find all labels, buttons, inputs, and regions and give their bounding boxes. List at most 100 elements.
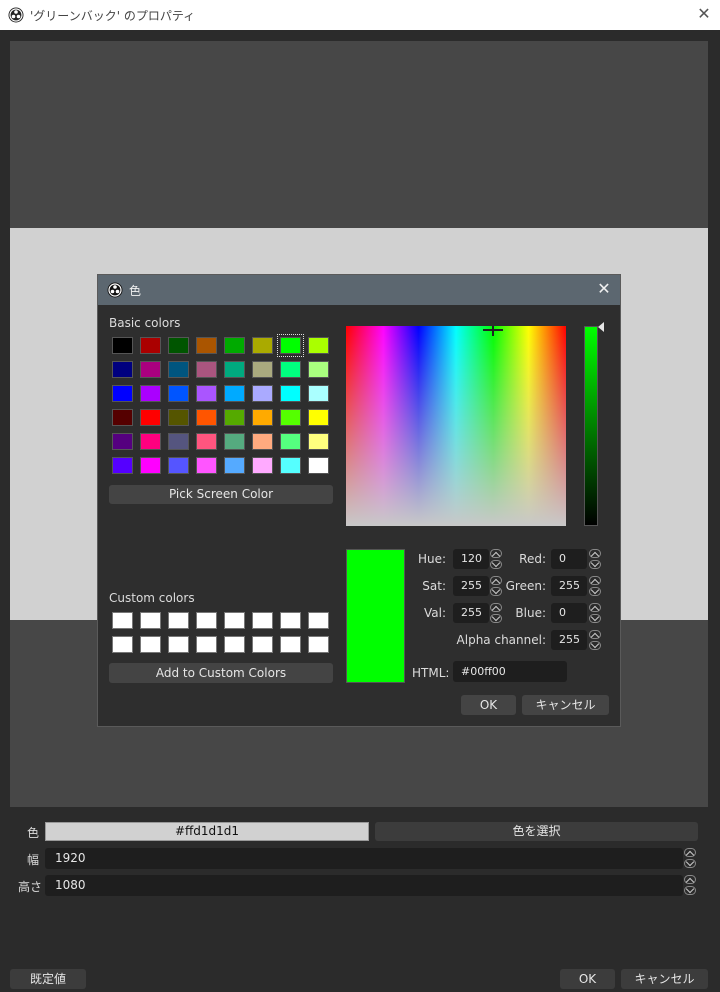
height-input[interactable]: 1080: [45, 875, 683, 896]
defaults-button[interactable]: 既定値: [10, 969, 86, 989]
basic-color-swatch[interactable]: [112, 361, 133, 378]
basic-color-swatch[interactable]: [112, 385, 133, 402]
chevron-up-icon[interactable]: [589, 549, 601, 558]
basic-color-swatch[interactable]: [196, 337, 217, 354]
value-slider[interactable]: [584, 326, 598, 526]
basic-color-swatch[interactable]: [280, 409, 301, 426]
basic-color-swatch[interactable]: [224, 457, 245, 474]
custom-color-swatch[interactable]: [112, 636, 133, 653]
close-icon[interactable]: ✕: [696, 6, 712, 22]
html-color-input[interactable]: #00ff00: [453, 661, 567, 682]
basic-color-swatch[interactable]: [224, 385, 245, 402]
basic-color-swatch[interactable]: [168, 337, 189, 354]
basic-color-swatch[interactable]: [112, 409, 133, 426]
basic-color-swatch[interactable]: [224, 361, 245, 378]
hue-input[interactable]: 120: [453, 549, 489, 569]
blue-stepper[interactable]: [588, 603, 602, 624]
blue-input[interactable]: 0: [551, 603, 587, 623]
chevron-down-icon[interactable]: [589, 614, 601, 623]
width-stepper[interactable]: [683, 848, 697, 869]
basic-color-swatch[interactable]: [308, 385, 329, 402]
chevron-up-icon[interactable]: [684, 875, 696, 884]
basic-color-swatch[interactable]: [252, 409, 273, 426]
chevron-down-icon[interactable]: [589, 560, 601, 569]
custom-color-swatch[interactable]: [224, 636, 245, 653]
chevron-down-icon[interactable]: [684, 886, 696, 895]
chevron-down-icon[interactable]: [684, 859, 696, 868]
basic-color-swatch[interactable]: [140, 385, 161, 402]
chevron-down-icon[interactable]: [589, 587, 601, 596]
basic-color-swatch[interactable]: [308, 361, 329, 378]
basic-color-swatch[interactable]: [280, 457, 301, 474]
width-input[interactable]: 1920: [45, 848, 683, 869]
basic-color-swatch[interactable]: [168, 409, 189, 426]
basic-color-swatch[interactable]: [196, 457, 217, 474]
custom-color-swatch[interactable]: [252, 612, 273, 629]
alpha-input[interactable]: 255: [551, 630, 587, 650]
basic-color-swatch[interactable]: [252, 433, 273, 450]
basic-color-swatch[interactable]: [280, 361, 301, 378]
basic-color-swatch[interactable]: [140, 433, 161, 450]
custom-color-swatch[interactable]: [196, 636, 217, 653]
cancel-button[interactable]: キャンセル: [621, 969, 708, 989]
add-custom-colors-button[interactable]: Add to Custom Colors: [109, 663, 333, 683]
dialog-cancel-button[interactable]: キャンセル: [522, 695, 609, 715]
custom-color-swatch[interactable]: [112, 612, 133, 629]
basic-color-swatch[interactable]: [252, 361, 273, 378]
basic-color-swatch[interactable]: [140, 409, 161, 426]
custom-color-swatch[interactable]: [280, 612, 301, 629]
basic-color-swatch[interactable]: [196, 385, 217, 402]
basic-color-swatch[interactable]: [168, 457, 189, 474]
basic-color-swatch[interactable]: [308, 337, 329, 354]
custom-color-swatch[interactable]: [308, 612, 329, 629]
custom-color-swatch[interactable]: [224, 612, 245, 629]
custom-color-swatch[interactable]: [280, 636, 301, 653]
basic-color-swatch[interactable]: [224, 337, 245, 354]
pick-screen-color-button[interactable]: Pick Screen Color: [109, 485, 333, 504]
basic-color-swatch[interactable]: [140, 457, 161, 474]
chevron-down-icon[interactable]: [589, 641, 601, 650]
basic-color-swatch[interactable]: [308, 433, 329, 450]
custom-color-swatch[interactable]: [252, 636, 273, 653]
basic-color-swatch[interactable]: [168, 361, 189, 378]
custom-color-swatch[interactable]: [168, 636, 189, 653]
custom-color-swatch[interactable]: [196, 612, 217, 629]
basic-color-swatch[interactable]: [140, 337, 161, 354]
green-input[interactable]: 255: [551, 576, 587, 596]
basic-color-swatch[interactable]: [196, 409, 217, 426]
chevron-up-icon[interactable]: [589, 576, 601, 585]
custom-color-swatch[interactable]: [140, 636, 161, 653]
chevron-up-icon[interactable]: [589, 630, 601, 639]
basic-color-swatch[interactable]: [168, 433, 189, 450]
basic-color-swatch[interactable]: [280, 433, 301, 450]
basic-color-swatch[interactable]: [168, 385, 189, 402]
basic-color-swatch[interactable]: [196, 361, 217, 378]
basic-color-swatch[interactable]: [280, 385, 301, 402]
val-input[interactable]: 255: [453, 603, 489, 623]
red-input[interactable]: 0: [551, 549, 587, 569]
ok-button[interactable]: OK: [560, 969, 615, 989]
basic-color-swatch[interactable]: [252, 385, 273, 402]
basic-color-swatch[interactable]: [224, 433, 245, 450]
green-stepper[interactable]: [588, 576, 602, 597]
chevron-up-icon[interactable]: [589, 603, 601, 612]
red-stepper[interactable]: [588, 549, 602, 570]
select-color-button[interactable]: 色を選択: [375, 822, 698, 841]
basic-color-swatch[interactable]: [308, 409, 329, 426]
basic-color-swatch[interactable]: [196, 433, 217, 450]
basic-color-swatch[interactable]: [112, 433, 133, 450]
dialog-ok-button[interactable]: OK: [461, 695, 516, 715]
hue-saturation-spectrum[interactable]: [346, 326, 566, 526]
basic-color-swatch[interactable]: [308, 457, 329, 474]
alpha-stepper[interactable]: [588, 630, 602, 651]
height-stepper[interactable]: [683, 875, 697, 896]
basic-color-swatch[interactable]: [277, 334, 304, 357]
custom-color-swatch[interactable]: [308, 636, 329, 653]
basic-color-swatch[interactable]: [140, 361, 161, 378]
chevron-up-icon[interactable]: [684, 848, 696, 857]
value-slider-handle[interactable]: [598, 322, 604, 332]
basic-color-swatch[interactable]: [252, 337, 273, 354]
sat-input[interactable]: 255: [453, 576, 489, 596]
basic-color-swatch[interactable]: [252, 457, 273, 474]
custom-color-swatch[interactable]: [140, 612, 161, 629]
